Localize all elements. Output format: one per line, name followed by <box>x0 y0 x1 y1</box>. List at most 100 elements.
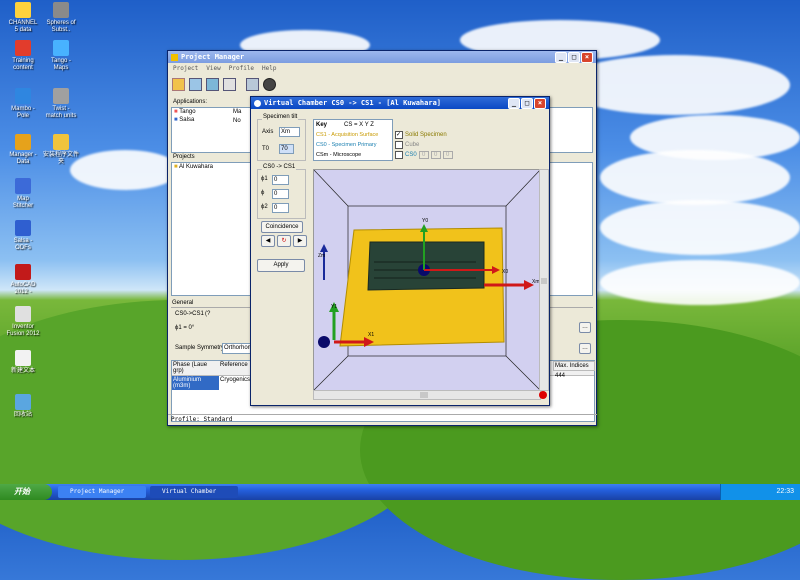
desktop-icon[interactable]: AutoCAD 2012 - <box>4 264 42 296</box>
desktop-icon-image <box>15 40 31 56</box>
task-project-manager[interactable]: Project Manager <box>58 486 146 498</box>
virtual-chamber-window: Virtual Chamber CS0 -> CS1 - [Al Kuwahar… <box>250 96 550 406</box>
project-item[interactable]: ■ Al Kuwahara <box>172 163 252 171</box>
horizontal-scrollbar[interactable] <box>313 390 541 400</box>
table-cell: Aluminium (m3m) <box>172 376 219 390</box>
cs0-x-field[interactable]: 0 <box>418 151 429 159</box>
window-title: Project Manager <box>181 53 245 61</box>
taskbar: 开始 Project Manager Virtual Chamber 22:33 <box>0 484 800 500</box>
minimize-button[interactable]: _ <box>555 51 567 63</box>
axis-select[interactable]: Xm <box>279 127 300 137</box>
max-indices-value: 444 <box>555 373 566 379</box>
menu-help[interactable]: Help <box>262 65 276 72</box>
close-button[interactable]: × <box>534 97 546 109</box>
vertical-scrollbar[interactable] <box>539 169 549 391</box>
task-virtual-chamber[interactable]: Virtual Chamber <box>150 486 238 498</box>
key-title: Key <box>316 122 328 128</box>
virtual-chamber-titlebar[interactable]: Virtual Chamber CS0 -> CS1 - [Al Kuwahar… <box>251 97 549 109</box>
specimen-tilt-label: Specimen tilt <box>262 114 299 120</box>
desktop-icon[interactable]: 新建文本 <box>4 350 42 375</box>
t0-label: T0 <box>262 146 270 152</box>
cs-value: (? <box>205 311 211 317</box>
menu-profile[interactable]: Profile <box>229 65 254 72</box>
desktop-icon-label: 回收站 <box>13 412 32 418</box>
axis-label-y1: Y1 <box>331 304 337 310</box>
cs0-checkbox[interactable]: CS0 0 0 0 <box>395 151 453 159</box>
sample-symmetry-label: Sample Symmetry <box>175 345 225 351</box>
menu-view[interactable]: View <box>206 65 220 72</box>
key-item-csm: CSm - Microscope <box>316 152 362 158</box>
maximize-button[interactable]: □ <box>521 97 533 109</box>
minimize-button[interactable]: _ <box>508 97 520 109</box>
key-axes: CS = X Y Z <box>344 122 374 128</box>
graduate-icon[interactable] <box>263 78 276 91</box>
cs0-z-field[interactable]: 0 <box>442 151 453 159</box>
cs-label: CS0->CS1 <box>175 311 204 317</box>
axis-label: Axis <box>262 129 274 135</box>
rotate-left-icon[interactable]: ◀ <box>261 235 275 247</box>
phi2-input[interactable]: 0 <box>272 203 289 213</box>
t0-input[interactable]: 70 <box>279 144 294 154</box>
desktop-icon[interactable]: Training content <box>4 40 42 72</box>
desktop-icon[interactable]: Twist - match units <box>42 88 80 120</box>
grid-icon[interactable] <box>223 78 236 91</box>
desktop-icon-image <box>15 220 31 236</box>
desktop-icon[interactable]: 回收站 <box>4 394 42 419</box>
scrollbar-thumb[interactable] <box>541 278 547 284</box>
desktop-icon-image <box>15 2 31 18</box>
desktop-icon[interactable]: Tango - Maps <box>42 40 80 72</box>
cs-edit-button[interactable]: … <box>579 322 591 333</box>
desktop-icon[interactable]: CHANNEL 5 data <box>4 2 42 34</box>
chamber-app-icon <box>254 99 261 107</box>
max-indices-header[interactable]: Max. Indices <box>553 361 595 371</box>
reset-icon[interactable]: ↻ <box>277 235 291 247</box>
projects-list-right <box>546 162 593 296</box>
apply-button[interactable]: Apply <box>257 259 305 272</box>
application-item-ma[interactable]: Ma <box>233 108 241 117</box>
applications-list-overflow: Ma No <box>233 108 241 126</box>
start-button[interactable]: 开始 <box>0 484 52 500</box>
cube-checkbox[interactable]: Cube <box>395 141 419 149</box>
phi1-input[interactable]: 0 <box>272 175 289 185</box>
phi1-label: ϕ1 <box>261 176 268 182</box>
desktop-icon-label: Mambo - Pole <box>11 106 35 119</box>
desktop-icon-image <box>15 88 31 104</box>
desktop-icon[interactable]: Spheres of Subst.. <box>42 2 80 34</box>
solid-specimen-checkbox[interactable]: ✓ Solid Specimen <box>395 131 447 139</box>
tools-icon[interactable] <box>189 78 202 91</box>
menu-project[interactable]: Project <box>173 65 198 72</box>
axis-label-x1: X1 <box>368 332 374 338</box>
desktop-icon-label: 新建文本 <box>10 368 35 374</box>
coincidence-button[interactable]: Coincidence <box>261 221 303 233</box>
maximize-button[interactable]: □ <box>568 51 580 63</box>
phi2-label: ϕ2 <box>261 204 268 210</box>
desktop-icon[interactable]: Map Stitcher <box>4 178 42 210</box>
scrollbar-thumb[interactable] <box>420 392 428 398</box>
window-title: Virtual Chamber CS0 -> CS1 - [Al Kuwahar… <box>264 99 442 107</box>
chamber-3d-view[interactable]: Y0 Xm X0 Zm Y1 X1 <box>313 169 541 391</box>
rotate-right-icon[interactable]: ▶ <box>293 235 307 247</box>
record-icon[interactable] <box>539 391 547 399</box>
clock: 22:33 <box>776 488 794 495</box>
cs0-y-field[interactable]: 0 <box>430 151 441 159</box>
close-button[interactable]: × <box>581 51 593 63</box>
refresh-icon[interactable] <box>206 78 219 91</box>
desktop-icon-image <box>15 134 31 150</box>
desktop-icon-label: Twist - match units <box>45 106 77 119</box>
open-folder-icon[interactable] <box>172 78 185 91</box>
project-manager-titlebar[interactable]: Project Manager _ □ × <box>168 51 596 63</box>
column-header[interactable]: Phase (Laue grp) <box>172 361 219 375</box>
desktop-icon[interactable]: 安装程序文件 夹 <box>42 134 80 166</box>
desktop-icon-image <box>53 2 69 18</box>
desktop-icon[interactable]: Manager - Data <box>4 134 42 166</box>
application-item-no[interactable]: No <box>233 117 241 126</box>
brush-icon[interactable] <box>246 78 259 91</box>
phi-label: ϕ <box>261 190 265 196</box>
desktop-icon[interactable]: Salsa - ODFs <box>4 220 42 252</box>
chamber-scene: Y0 Xm X0 Zm Y1 X1 <box>314 170 540 390</box>
desktop-icon-label: CHANNEL 5 data <box>8 20 38 33</box>
desktop-icon[interactable]: Inventor Fusion 2012 <box>4 306 42 338</box>
phi-input[interactable]: 0 <box>272 189 289 199</box>
desktop-icon[interactable]: Mambo - Pole <box>4 88 42 120</box>
sample-symmetry-button[interactable]: … <box>579 343 591 354</box>
